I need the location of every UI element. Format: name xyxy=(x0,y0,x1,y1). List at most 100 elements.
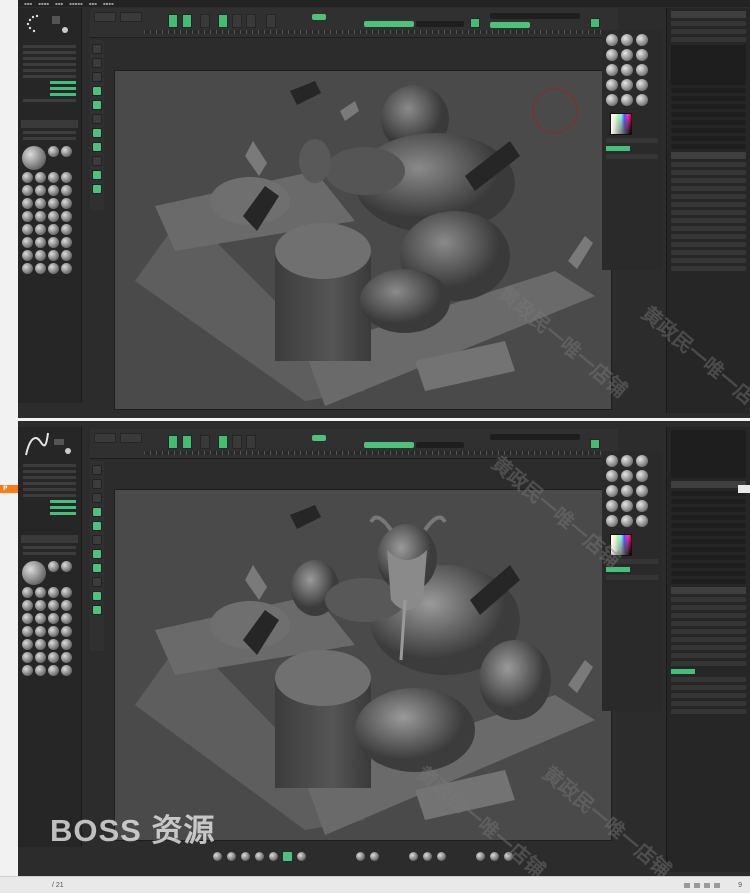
material-swatch[interactable] xyxy=(636,470,648,482)
brush-shortcut[interactable] xyxy=(370,851,379,861)
reader-tab[interactable]: P xyxy=(0,485,18,493)
brush-item[interactable] xyxy=(22,185,33,196)
brush-item[interactable] xyxy=(35,211,46,222)
shelf-button[interactable] xyxy=(92,577,102,587)
shelf-button[interactable] xyxy=(92,563,102,573)
material-swatch[interactable] xyxy=(636,94,648,106)
brush-item[interactable] xyxy=(48,185,59,196)
brush-item[interactable] xyxy=(22,600,33,611)
brush-item[interactable] xyxy=(61,626,72,637)
shelf-button[interactable] xyxy=(92,535,102,545)
brush-item[interactable] xyxy=(48,211,59,222)
draw-mode-button[interactable] xyxy=(94,12,116,22)
edit-mode-button[interactable] xyxy=(120,12,142,22)
rotate-button[interactable] xyxy=(200,14,210,28)
material-swatch[interactable] xyxy=(636,49,648,61)
z-intensity-slider[interactable] xyxy=(364,442,414,448)
zadd-toggle[interactable] xyxy=(312,435,326,441)
brush-item[interactable] xyxy=(61,198,72,209)
zsub-button[interactable] xyxy=(266,14,276,28)
rgb-button[interactable] xyxy=(232,435,242,449)
brush-item[interactable] xyxy=(48,263,59,274)
shelf-button[interactable] xyxy=(92,100,102,110)
brush-item[interactable] xyxy=(61,613,72,624)
brush-palette[interactable] xyxy=(18,558,81,679)
material-swatch[interactable] xyxy=(606,500,618,512)
top-toolbar[interactable] xyxy=(90,429,618,459)
stroke-preview[interactable] xyxy=(18,8,81,42)
brush-shortcut[interactable] xyxy=(409,851,418,861)
brush-item[interactable] xyxy=(35,250,46,261)
brush-item[interactable] xyxy=(61,224,72,235)
shelf-button[interactable] xyxy=(92,549,102,559)
shelf-button[interactable] xyxy=(92,170,102,180)
brush-item[interactable] xyxy=(48,146,59,157)
rgb-intensity-slider[interactable] xyxy=(490,22,530,28)
shelf-button[interactable] xyxy=(92,493,102,503)
shelf-button[interactable] xyxy=(92,591,102,601)
brush-item[interactable] xyxy=(61,652,72,663)
focal-shift-slider[interactable] xyxy=(490,13,580,19)
material-swatch[interactable] xyxy=(636,79,648,91)
zadd-button[interactable] xyxy=(246,14,256,28)
brush-item[interactable] xyxy=(22,652,33,663)
brush-item[interactable] xyxy=(22,626,33,637)
brush-item[interactable] xyxy=(35,263,46,274)
material-swatch[interactable] xyxy=(606,470,618,482)
material-swatch[interactable] xyxy=(621,49,633,61)
zadd-button[interactable] xyxy=(246,435,256,449)
material-swatch[interactable] xyxy=(621,500,633,512)
brush-palette[interactable] xyxy=(18,143,81,277)
material-shelf[interactable] xyxy=(602,30,662,270)
scale-button[interactable] xyxy=(182,14,192,28)
brush-item[interactable] xyxy=(35,639,46,650)
material-swatch[interactable] xyxy=(636,34,648,46)
lightbox-button[interactable] xyxy=(590,18,600,28)
brush-shortcut[interactable] xyxy=(241,851,250,861)
brush-item[interactable] xyxy=(61,146,72,157)
brush-item[interactable] xyxy=(48,587,59,598)
brush-item[interactable] xyxy=(61,263,72,274)
brush-item[interactable] xyxy=(22,587,33,598)
brush-item[interactable] xyxy=(48,652,59,663)
draw-button[interactable] xyxy=(218,435,228,449)
color-picker[interactable] xyxy=(610,113,632,135)
brush-item[interactable] xyxy=(61,639,72,650)
stroke-preview[interactable] xyxy=(18,427,81,461)
shelf-button[interactable] xyxy=(92,465,102,475)
material-swatch[interactable] xyxy=(621,34,633,46)
brush-item[interactable] xyxy=(48,665,59,676)
brush-item[interactable] xyxy=(61,561,72,572)
draw-button[interactable] xyxy=(218,14,228,28)
material-swatch[interactable] xyxy=(606,94,618,106)
move-button[interactable] xyxy=(168,14,178,28)
shelf-button[interactable] xyxy=(92,44,102,54)
shelf-button[interactable] xyxy=(92,114,102,124)
view-icon[interactable] xyxy=(704,883,710,888)
view-icon[interactable] xyxy=(694,883,700,888)
brush-item[interactable] xyxy=(48,626,59,637)
brush-item[interactable] xyxy=(22,198,33,209)
brush-item[interactable] xyxy=(35,613,46,624)
zadd-toggle[interactable] xyxy=(312,14,326,20)
brush-item[interactable] xyxy=(22,639,33,650)
brush-shortcut[interactable] xyxy=(297,851,306,861)
brush-item[interactable] xyxy=(35,626,46,637)
brush-item[interactable] xyxy=(35,185,46,196)
brush-current[interactable] xyxy=(22,561,46,585)
rgb-button[interactable] xyxy=(232,14,242,28)
brush-item[interactable] xyxy=(22,237,33,248)
brush-item[interactable] xyxy=(61,237,72,248)
material-swatch[interactable] xyxy=(606,49,618,61)
brush-item[interactable] xyxy=(35,652,46,663)
focal-shift-slider[interactable] xyxy=(490,434,580,440)
canvas-viewport[interactable] xyxy=(114,70,612,410)
brush-item[interactable] xyxy=(61,587,72,598)
brush-shortcut[interactable] xyxy=(437,851,446,861)
material-swatch[interactable] xyxy=(621,79,633,91)
shelf-button[interactable] xyxy=(92,156,102,166)
material-swatch[interactable] xyxy=(621,515,633,527)
brush-item[interactable] xyxy=(35,224,46,235)
brush-item[interactable] xyxy=(61,185,72,196)
brush-item[interactable] xyxy=(35,587,46,598)
